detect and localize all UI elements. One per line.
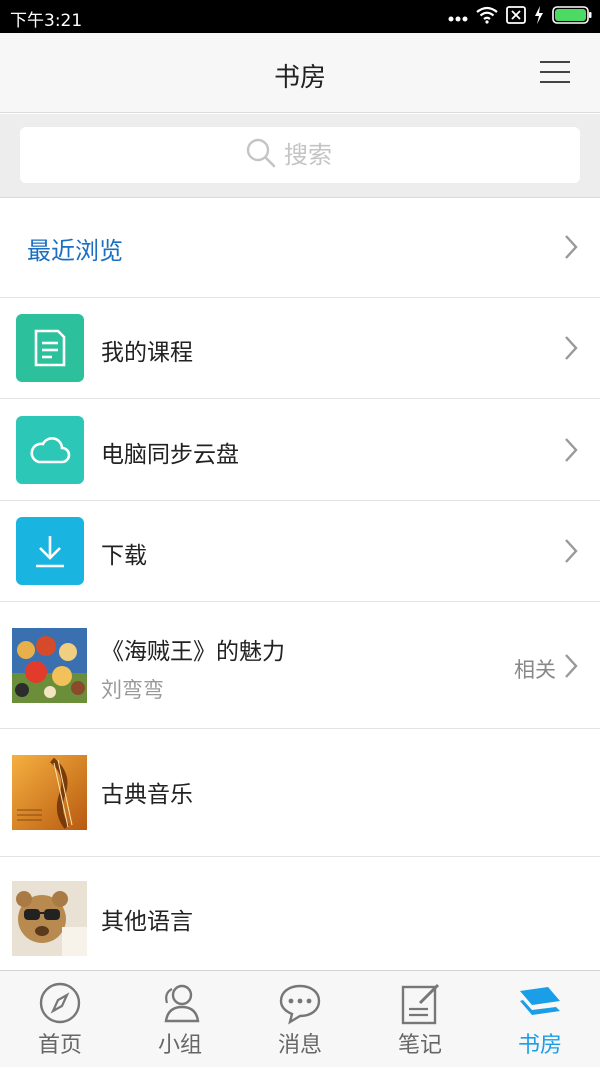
chevron-right-icon xyxy=(564,653,578,683)
related-link[interactable]: 相关 xyxy=(514,654,556,684)
tab-home[interactable]: 首页 xyxy=(0,971,120,1068)
header-bar: 书房 xyxy=(0,33,600,113)
book-title: 其他语言 xyxy=(101,909,193,935)
chevron-right-icon xyxy=(564,335,578,365)
book-title: 古典音乐 xyxy=(101,782,193,808)
charging-icon xyxy=(534,5,544,29)
book-cover-image xyxy=(12,755,87,830)
book-author: 刘弯弯 xyxy=(101,678,164,702)
recent-browse-row[interactable]: 最近浏览 xyxy=(0,198,600,298)
menu-item-my-courses[interactable]: 我的课程 xyxy=(0,298,600,399)
tab-messages[interactable]: 消息 xyxy=(240,971,360,1068)
chevron-right-icon xyxy=(564,538,578,568)
menu-item-label: 我的课程 xyxy=(101,340,193,366)
recent-browse-label: 最近浏览 xyxy=(27,237,123,265)
download-icon xyxy=(16,517,84,585)
book-item[interactable]: 《海贼王》的魅力 刘弯弯 相关 xyxy=(0,602,600,729)
group-icon xyxy=(158,981,202,1025)
more-dots-icon xyxy=(448,7,468,27)
search-section xyxy=(0,114,600,198)
tab-notes[interactable]: 笔记 xyxy=(360,971,480,1068)
menu-item-download[interactable]: 下载 xyxy=(0,501,600,602)
search-input[interactable] xyxy=(284,141,354,169)
tab-group[interactable]: 小组 xyxy=(120,971,240,1068)
chevron-right-icon xyxy=(564,234,578,264)
book-item[interactable]: 其他语言 xyxy=(0,857,600,970)
compass-icon xyxy=(38,981,82,1025)
sim-icon xyxy=(506,5,526,29)
tab-label: 笔记 xyxy=(397,1033,442,1058)
tab-bookshelf[interactable]: 书房 xyxy=(480,971,600,1068)
message-icon xyxy=(278,981,322,1025)
tab-label: 首页 xyxy=(37,1033,82,1058)
tab-label: 消息 xyxy=(277,1033,322,1058)
wifi-icon xyxy=(476,6,498,29)
menu-item-label: 电脑同步云盘 xyxy=(101,442,239,468)
status-icons xyxy=(448,5,592,29)
note-icon xyxy=(398,981,442,1025)
page-title: 书房 xyxy=(273,63,326,93)
bottom-tab-bar: 首页 小组 消息 笔记 书房 xyxy=(0,970,600,1067)
book-cover-image xyxy=(12,881,87,956)
menu-item-cloud-disk[interactable]: 电脑同步云盘 xyxy=(0,399,600,501)
status-time: 下午3:21 xyxy=(10,11,83,31)
search-icon xyxy=(246,138,276,172)
book-item[interactable]: 古典音乐 xyxy=(0,729,600,857)
tab-label: 小组 xyxy=(157,1033,202,1058)
chevron-right-icon xyxy=(564,437,578,467)
menu-item-label: 下载 xyxy=(101,543,147,569)
book-title: 《海贼王》的魅力 xyxy=(101,639,285,665)
tab-label: 书房 xyxy=(517,1033,562,1058)
document-icon xyxy=(16,314,84,382)
cloud-icon xyxy=(16,416,84,484)
bookshelf-icon xyxy=(518,981,562,1025)
battery-icon xyxy=(552,5,592,29)
book-cover-image xyxy=(12,628,87,703)
hamburger-menu-icon[interactable] xyxy=(540,61,570,83)
status-bar: 下午3:21 xyxy=(0,0,600,33)
search-box[interactable] xyxy=(20,127,580,183)
